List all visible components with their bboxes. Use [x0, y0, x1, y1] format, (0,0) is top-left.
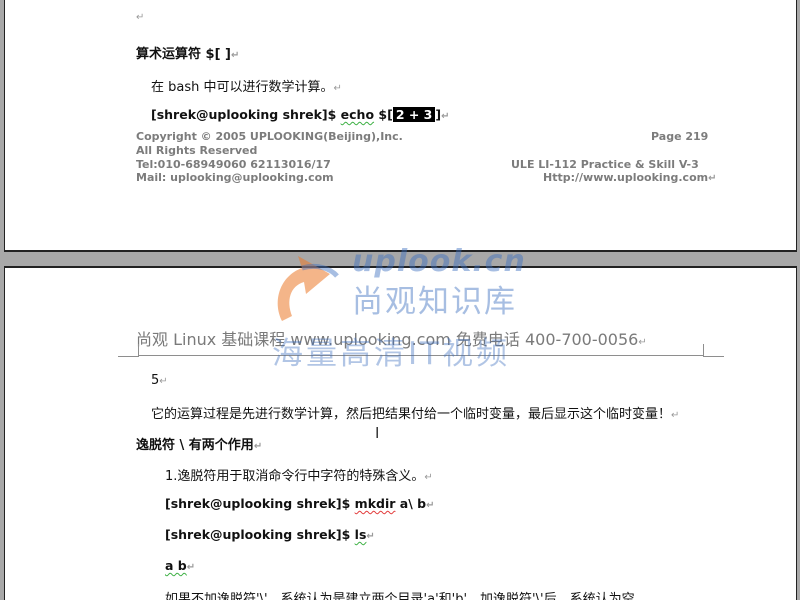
shell-prompt: [shrek@uplooking shrek]$	[151, 107, 341, 122]
footer-copyright: Copyright © 2005 UPLOOKING(Beijing),Inc.	[136, 130, 403, 143]
paragraph-mark: ↵	[159, 376, 168, 387]
footer-tel: Tel:010-68949060 62113016/17	[136, 158, 331, 171]
document-viewer: ↵ 算术运算符 $[ ]↵ 在 bash 中可以进行数学计算。↵ [shrek@…	[0, 0, 800, 600]
paragraph-mark: ↵	[424, 472, 433, 483]
footer-course: ULE LI-112 Practice & Skill V-3	[511, 158, 699, 171]
page-header-text: 尚观 Linux 基础课程 www.uplooking.com 免费电话 400…	[136, 330, 639, 349]
explanation-paragraph: 它的运算过程是先进行数学计算，然后把结果付给一个临时变量，最后显示这个临时变量！…	[151, 403, 679, 422]
paragraph-mark: ↵	[708, 173, 717, 184]
point-text: 1.逸脱符用于取消命令行中字符的特殊含义。	[165, 469, 425, 484]
output-text: a b	[165, 558, 187, 573]
trailing-paragraph: 如果不加逸脱符'\'，系统认为是建立两个目录'a'和'b'，加逸脱符'\'后，系…	[165, 592, 635, 600]
paragraph-mark: ↵	[426, 500, 435, 511]
mkdir-args: a\ b	[395, 496, 427, 511]
mkdir-command-line[interactable]: [shrek@uplooking shrek]$ mkdir a\ b↵	[165, 496, 434, 511]
footer-page-number: Page 219	[651, 130, 709, 143]
intro-paragraph: 在 bash 中可以进行数学计算。↵	[151, 76, 342, 95]
shell-prompt: [shrek@uplooking shrek]$	[165, 527, 355, 542]
heading-text: 算术运算符 $[ ]	[136, 47, 231, 62]
page-220: 尚观 Linux 基础课程 www.uplooking.com 免费电话 400…	[4, 266, 797, 600]
footer-rights: All Rights Reserved	[136, 144, 258, 157]
mkdir-keyword: mkdir	[354, 496, 396, 511]
paragraph-mark: ↵	[186, 562, 196, 573]
heading-text: 逸脱符 \ 有两个作用	[136, 438, 254, 453]
ls-output: a b↵	[165, 558, 195, 573]
escape-point-1: 1.逸脱符用于取消命令行中字符的特殊含义。↵	[165, 465, 433, 484]
page-header: 尚观 Linux 基础课程 www.uplooking.com 免费电话 400…	[136, 326, 647, 350]
echo-command-line[interactable]: [shrek@uplooking shrek]$ echo $[2 + 3]↵	[151, 107, 450, 122]
paragraph-mark: ↵	[366, 531, 375, 542]
result-line: 5↵	[151, 373, 168, 388]
explanation-text: 它的运算过程是先进行数学计算，然后把结果付给一个临时变量，最后显示这个临时变量！	[151, 407, 672, 422]
header-corner-right	[703, 344, 724, 357]
paragraph-mark: ↵	[441, 111, 450, 122]
footer-url: Http://www.uplooking.com↵	[543, 171, 716, 184]
section-heading-arithmetic: 算术运算符 $[ ]↵	[136, 43, 239, 62]
text-cursor-icon: I	[375, 424, 380, 442]
selected-expression[interactable]: 2 + 3	[392, 107, 436, 122]
footer-url-text: Http://www.uplooking.com	[543, 171, 709, 184]
intro-text: 在 bash 中可以进行数学计算。	[151, 80, 334, 95]
paragraph-mark: ↵	[230, 50, 240, 61]
header-divider	[138, 355, 703, 356]
ls-keyword: ls	[354, 527, 367, 542]
paragraph-mark: ↵	[333, 83, 342, 94]
bracket-open: $[	[374, 107, 393, 122]
paragraph-mark: ↵	[638, 337, 647, 348]
footer-mail: Mail: uplooking@uplooking.com	[136, 171, 334, 184]
paragraph-mark: ↵	[136, 12, 145, 23]
section-heading-escape: 逸脱符 \ 有两个作用↵	[136, 434, 262, 453]
ls-command-line[interactable]: [shrek@uplooking shrek]$ ls↵	[165, 527, 375, 542]
header-corner-left	[118, 344, 139, 357]
shell-prompt: [shrek@uplooking shrek]$	[165, 496, 355, 511]
paragraph-mark: ↵	[253, 441, 263, 452]
echo-keyword: echo	[340, 107, 375, 122]
page-219: ↵ 算术运算符 $[ ]↵ 在 bash 中可以进行数学计算。↵ [shrek@…	[4, 0, 797, 252]
paragraph-mark: ↵	[671, 410, 680, 421]
